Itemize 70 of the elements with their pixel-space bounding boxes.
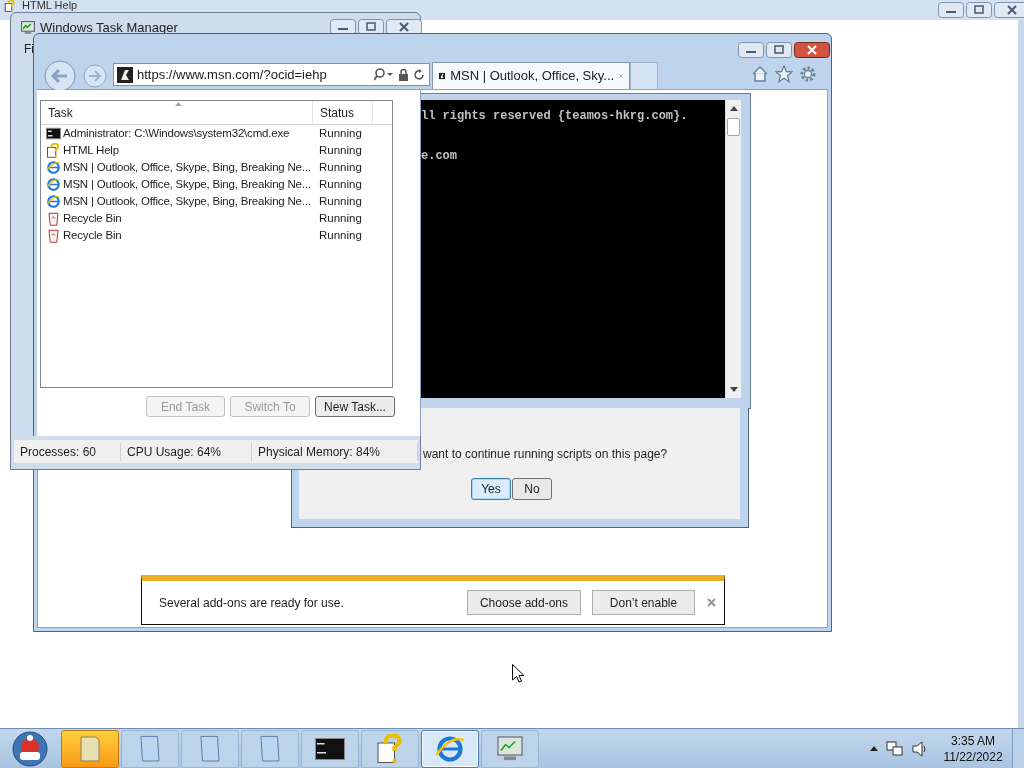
task-status: Running [318, 125, 362, 141]
task-name: MSN | Outlook, Office, Skype, Bing, Breaking Ne... [63, 159, 311, 175]
status-text: CPU Usage: 64% [121, 442, 252, 461]
console-line: e.com [421, 148, 458, 164]
minimize-button[interactable] [738, 42, 764, 58]
column-header[interactable]: Status [313, 101, 373, 125]
notification-button[interactable]: Don’t enable [592, 590, 695, 615]
site-icon [117, 66, 133, 83]
clock[interactable]: 3:35 AM 11/22/2022 [942, 732, 1004, 765]
task-name: Recycle Bin [63, 227, 122, 243]
dialog-button[interactable]: No [512, 478, 552, 500]
taskbar-button[interactable] [301, 729, 359, 768]
browser-icon [46, 160, 61, 175]
notification-message: Several add-ons are ready for use. [159, 594, 345, 612]
task-button[interactable]: New Task... [315, 396, 395, 417]
address-bar[interactable]: https://www.msn.com/?ocid=iehp [113, 63, 430, 86]
back-button[interactable] [44, 60, 76, 92]
task-status: Running [318, 176, 362, 192]
dialog-message: want to continue running scripts on this page? [423, 446, 668, 463]
task-status: Running [318, 227, 362, 243]
browser-icon [46, 194, 61, 209]
maximize-button[interactable] [766, 42, 792, 58]
home-icon[interactable] [751, 65, 769, 83]
task-status: Running [318, 210, 362, 226]
task-name: Recycle Bin [63, 210, 122, 226]
cursor-icon [512, 664, 524, 683]
search-icon [374, 67, 394, 82]
recycle-bin-icon [46, 228, 61, 243]
close-button[interactable] [994, 2, 1024, 18]
star-icon[interactable] [775, 65, 793, 83]
settings-icon[interactable] [799, 65, 817, 83]
task-name: Administrator: C:\Windows\system32\cmd.exe [63, 125, 290, 141]
show-desktop-button[interactable] [1012, 729, 1024, 768]
dialog-button[interactable]: Yes [471, 478, 511, 500]
task-name: MSN | Outlook, Office, Skype, Bing, Breaking Ne... [63, 176, 311, 192]
task-name: HTML Help [63, 142, 119, 158]
scroll-thumb[interactable] [727, 118, 740, 136]
browser-icon [46, 177, 61, 192]
scroll-down-icon [730, 387, 738, 392]
notification-button[interactable]: Choose add-ons [466, 590, 581, 615]
minimize-button[interactable] [938, 2, 964, 18]
task-name: MSN | Outlook, Office, Skype, Bing, Breaking Ne... [63, 193, 311, 209]
task-status: Running [318, 193, 362, 209]
close-button[interactable] [794, 42, 830, 58]
volume-icon[interactable] [912, 740, 928, 757]
scrollbar[interactable] [725, 100, 741, 398]
browser-tab[interactable]: MSN | Outlook, Office, Sky... [432, 62, 630, 89]
close-icon[interactable] [707, 598, 716, 607]
task-status: Running [318, 142, 362, 158]
window-title: Windows Task Manager [40, 19, 178, 37]
console-icon [46, 126, 61, 141]
show-hidden-icons-icon[interactable] [870, 746, 878, 751]
network-icon[interactable] [886, 740, 904, 757]
maximize-button[interactable] [966, 2, 992, 18]
help-icon [4, 0, 16, 12]
console-line: ll rights reserved {teamos-hkrg.com}. [421, 108, 689, 124]
status-text: Physical Memory: 84% [252, 442, 418, 461]
refresh-icon [413, 68, 425, 81]
monitor-icon [20, 19, 36, 36]
window-title: HTML Help [22, 0, 78, 11]
close-icon[interactable] [619, 71, 623, 81]
help-icon [46, 143, 61, 158]
sort-arrow-icon [175, 102, 182, 106]
browser-icon [435, 733, 465, 764]
task-status: Running [318, 159, 362, 175]
menu-item[interactable]: Fi [24, 40, 34, 58]
lock-icon [398, 68, 409, 81]
scroll-up-icon [730, 106, 738, 111]
recycle-bin-icon [46, 211, 61, 226]
status-text: Processes: 60 [14, 442, 121, 461]
